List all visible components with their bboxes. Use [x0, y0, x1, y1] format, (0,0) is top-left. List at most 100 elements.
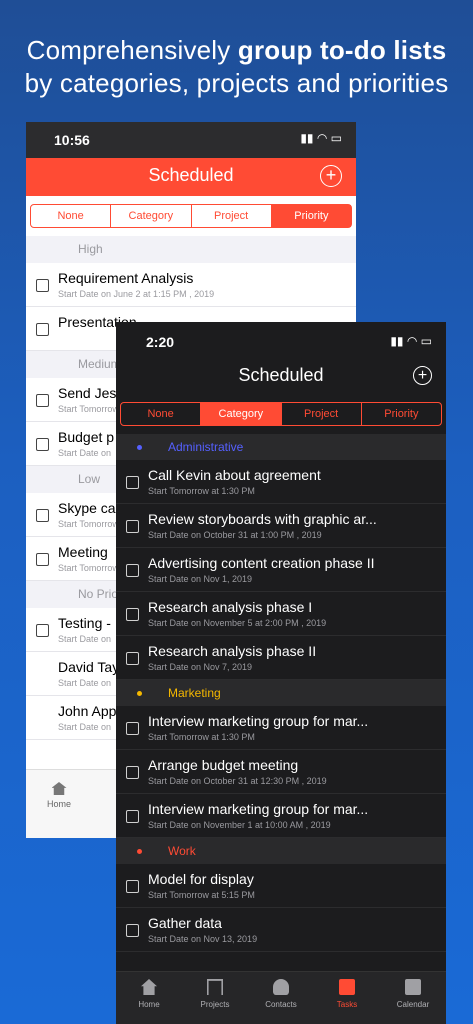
task-row[interactable]: Requirement Analysis Start Date on June 2… — [26, 263, 356, 307]
task-subtitle: Start Date on November 5 at 2:00 PM , 20… — [148, 618, 327, 628]
task-title: Research analysis phase II — [148, 643, 317, 659]
plus-circle-icon[interactable]: + — [413, 366, 432, 385]
task-checkbox[interactable] — [126, 766, 139, 779]
calendar-icon — [405, 979, 421, 995]
task-title: Advertising content creation phase II — [148, 555, 375, 571]
tab-bar: Home Projects Contacts Tasks Calendar — [116, 971, 446, 1024]
task-list: Administrative Call Kevin about agreement… — [116, 434, 446, 952]
segment-project[interactable]: Project — [192, 205, 272, 227]
status-bar: 10:56 ▮▮ ◠ ▭ — [26, 122, 356, 158]
segment-none[interactable]: None — [121, 403, 202, 425]
segment-project[interactable]: Project — [282, 403, 362, 425]
projects-icon — [207, 979, 223, 995]
task-checkbox[interactable] — [126, 722, 139, 735]
task-row[interactable]: Interview marketing group for mar... Star… — [116, 706, 446, 750]
nav-bar: Scheduled + — [26, 158, 356, 196]
segment-priority[interactable]: Priority — [271, 205, 351, 227]
tab-calendar[interactable]: Calendar — [380, 979, 446, 1009]
task-checkbox[interactable] — [126, 608, 139, 621]
task-subtitle: Start Date on October 31 at 12:30 PM , 2… — [148, 776, 327, 786]
task-title: Meeting — [58, 544, 108, 560]
category-dot-icon — [137, 691, 142, 696]
task-title: Call Kevin about agreement — [148, 467, 321, 483]
plus-circle-icon[interactable]: + — [320, 165, 342, 187]
status-time: 2:20 — [146, 334, 175, 350]
task-checkbox[interactable] — [36, 624, 49, 637]
task-row[interactable]: Interview marketing group for mar... Star… — [116, 794, 446, 838]
signal-wifi-battery-icon: ▮▮ ◠ ▭ — [390, 334, 432, 348]
task-row[interactable]: Gather data Start Date on Nov 13, 2019 — [116, 908, 446, 952]
segment-none[interactable]: None — [31, 205, 112, 227]
status-bar: 2:20 ▮▮ ◠ ▭ — [116, 322, 446, 360]
task-title: Review storyboards with graphic ar... — [148, 511, 377, 527]
tab-label: Home — [138, 1000, 160, 1009]
task-row[interactable]: Review storyboards with graphic ar... Sta… — [116, 504, 446, 548]
task-checkbox[interactable] — [36, 279, 49, 292]
tab-contacts[interactable]: Contacts — [248, 979, 314, 1009]
task-title: David Tay — [58, 659, 120, 675]
task-subtitle: Start Tomorrow at 1:30 PM — [148, 486, 255, 496]
segment-priority[interactable]: Priority — [362, 403, 441, 425]
headline-line-2: by categories, projects and priorities — [24, 68, 449, 98]
task-title: Model for display — [148, 871, 254, 887]
home-icon — [51, 782, 67, 795]
task-row[interactable]: Model for display Start Tomorrow at 5:15 … — [116, 864, 446, 908]
task-title: Requirement Analysis — [58, 270, 194, 286]
category-dot-icon — [137, 445, 142, 450]
section-header: Work — [116, 838, 446, 864]
grouping-segmented-control: None Category Project Priority — [26, 196, 356, 236]
task-title: Arrange budget meeting — [148, 757, 299, 773]
category-dot-icon — [137, 849, 142, 854]
task-title: Skype ca — [58, 500, 116, 516]
tab-label: Tasks — [336, 1000, 358, 1009]
task-title: Interview marketing group for mar... — [148, 713, 369, 729]
task-checkbox[interactable] — [36, 394, 49, 407]
task-title: Testing - — [58, 615, 111, 631]
task-subtitle: Start Date on June 2 at 1:15 PM , 2019 — [58, 289, 215, 299]
signal-wifi-battery-icon: ▮▮ ◠ ▭ — [300, 131, 342, 145]
tab-home[interactable]: Home — [116, 979, 182, 1009]
task-row[interactable]: Arrange budget meeting Start Date on Octo… — [116, 750, 446, 794]
task-checkbox[interactable] — [36, 323, 49, 336]
task-checkbox[interactable] — [126, 810, 139, 823]
task-subtitle: Start Date on — [58, 634, 112, 644]
task-checkbox[interactable] — [126, 564, 139, 577]
nav-title: Scheduled — [148, 165, 234, 185]
nav-bar: Scheduled + — [116, 360, 446, 396]
tab-projects[interactable]: Projects — [182, 979, 248, 1009]
status-time: 10:56 — [54, 132, 90, 148]
task-checkbox[interactable] — [126, 880, 139, 893]
tab-home[interactable]: Home — [26, 782, 92, 809]
section-header: High — [26, 236, 356, 263]
task-subtitle: Start Date on Nov 13, 2019 — [148, 934, 258, 944]
tab-tasks[interactable]: Tasks — [314, 979, 380, 1009]
task-checkbox[interactable] — [126, 476, 139, 489]
task-checkbox[interactable] — [36, 553, 49, 566]
task-title: Interview marketing group for mar... — [148, 801, 369, 817]
task-checkbox[interactable] — [126, 520, 139, 533]
task-row[interactable]: Call Kevin about agreement Start Tomorrow… — [116, 460, 446, 504]
home-icon — [141, 979, 157, 995]
task-title: Budget p — [58, 429, 115, 445]
tab-label: Contacts — [265, 1000, 297, 1009]
headline: Comprehensively group to-do lists by cat… — [0, 34, 473, 100]
task-row[interactable]: Research analysis phase I Start Date on N… — [116, 592, 446, 636]
section-label: Marketing — [168, 686, 221, 700]
task-row[interactable]: Research analysis phase II Start Date on … — [116, 636, 446, 680]
task-subtitle: Start Tomorrow — [58, 519, 119, 529]
task-checkbox[interactable] — [126, 924, 139, 937]
task-checkbox[interactable] — [36, 509, 49, 522]
task-subtitle: Start Date on Nov 7, 2019 — [148, 662, 253, 672]
segment-category[interactable]: Category — [111, 205, 192, 227]
task-subtitle: Start Date on — [58, 678, 112, 688]
task-row[interactable]: Advertising content creation phase II Sta… — [116, 548, 446, 592]
task-checkbox[interactable] — [126, 652, 139, 665]
task-subtitle: Start Tomorrow — [58, 404, 119, 414]
task-checkbox[interactable] — [36, 438, 49, 451]
task-subtitle: Start Date on — [58, 448, 112, 458]
tab-label: Calendar — [396, 1000, 430, 1009]
task-title: Gather data — [148, 915, 222, 931]
section-label: Work — [168, 844, 196, 858]
segment-category[interactable]: Category — [201, 403, 282, 425]
task-title: Send Jes — [58, 385, 117, 401]
